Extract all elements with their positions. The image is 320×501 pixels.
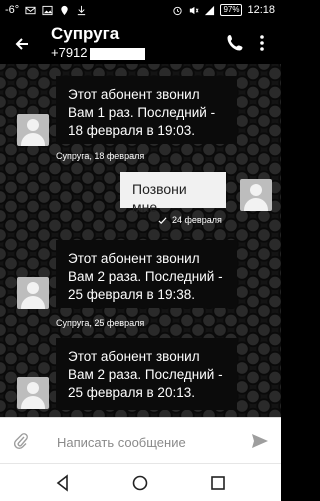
mute-icon	[190, 6, 199, 14]
avatar	[17, 114, 49, 146]
phone-number: +7912	[51, 45, 145, 60]
clock: 12:18	[247, 4, 275, 16]
incoming-message[interactable]: Этот абонент звонил Вам 1 раз. Последний…	[56, 76, 237, 144]
message-meta: Супруга, 25 февраля	[56, 318, 145, 328]
phone-number-text: +7912	[51, 45, 88, 60]
alarm-icon	[173, 6, 183, 15]
recents-nav-icon[interactable]	[209, 474, 227, 492]
location-icon	[61, 5, 68, 15]
avatar	[240, 179, 272, 211]
send-icon[interactable]	[251, 433, 269, 449]
check-icon	[158, 216, 167, 224]
paperclip-icon[interactable]	[13, 432, 29, 450]
incoming-message[interactable]: Этот абонент звонил Вам 2 раза. Последни…	[56, 240, 237, 308]
system-nav-bar	[0, 463, 281, 501]
outgoing-message[interactable]: Позвони мне	[120, 172, 226, 215]
message-list[interactable]: Этот абонент звонил Вам 1 раз. Последний…	[0, 64, 281, 417]
incoming-message[interactable]: Этот абонент звонил Вам 2 раза. Последни…	[56, 338, 237, 410]
redacted-block	[89, 47, 145, 60]
download-icon	[78, 5, 86, 15]
app-bar: Супруга +7912	[0, 24, 281, 64]
temperature: -6°	[5, 4, 20, 16]
message-input[interactable]	[55, 430, 239, 454]
home-nav-icon[interactable]	[131, 474, 149, 492]
phone-icon[interactable]	[225, 33, 245, 53]
back-nav-icon[interactable]	[54, 474, 72, 492]
status-bar: -6° 97% 12:18	[0, 0, 281, 24]
battery-indicator: 97%	[220, 4, 243, 16]
image-icon	[42, 5, 53, 15]
conversation-title: Супруга	[51, 24, 120, 43]
message-meta: 24 февраля	[158, 215, 222, 225]
more-vert-icon[interactable]	[257, 33, 267, 53]
composer-bar	[0, 417, 281, 464]
avatar	[17, 277, 49, 309]
signal-icon	[205, 5, 215, 15]
arrow-left-icon[interactable]	[12, 34, 32, 54]
message-date: 24 февраля	[172, 215, 222, 225]
mail-icon	[25, 6, 36, 14]
message-meta: Супруга, 18 февраля	[56, 151, 145, 161]
avatar	[17, 377, 49, 409]
